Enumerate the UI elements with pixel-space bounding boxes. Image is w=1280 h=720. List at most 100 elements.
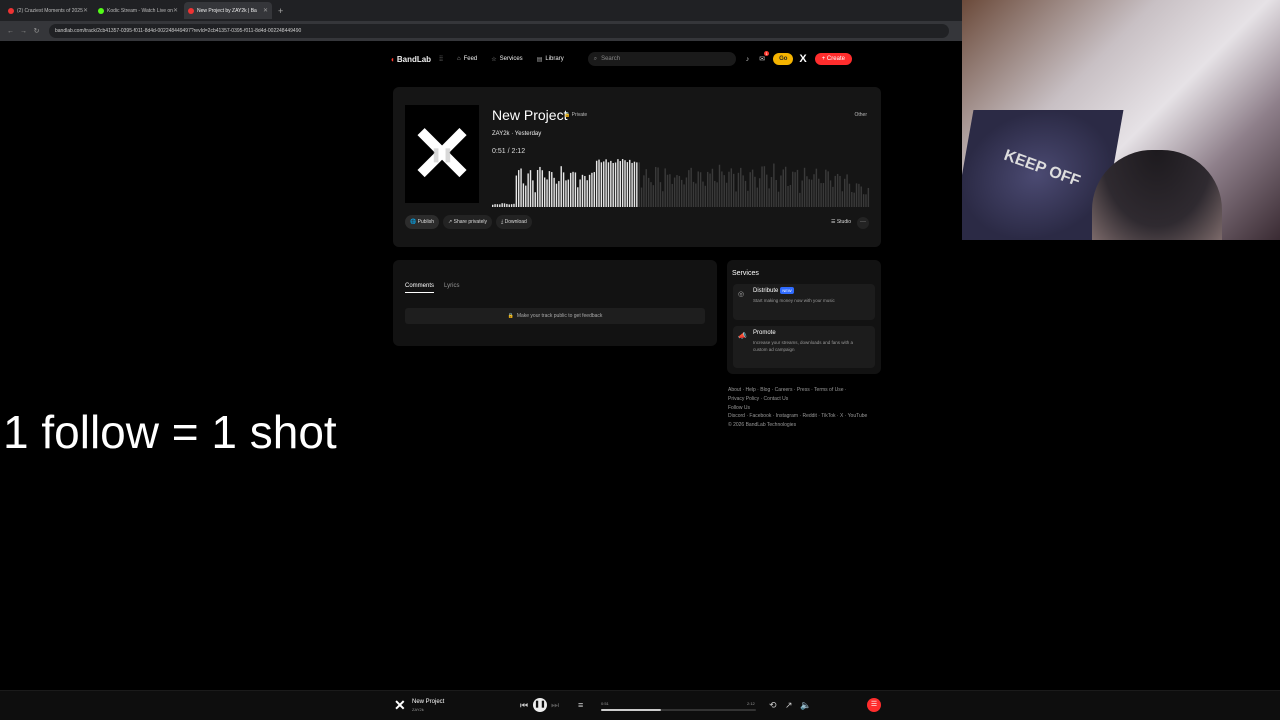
search-input[interactable]: ⌕ Search — [588, 52, 736, 66]
waveform-bar — [520, 168, 521, 207]
waveform-bar — [516, 176, 517, 207]
go-membership-button[interactable]: Go — [773, 53, 793, 65]
player-artwork[interactable]: ✕ — [394, 697, 406, 714]
feedback-notice: 🔒 Make your track public to get feedback — [405, 308, 705, 324]
url-field[interactable]: bandlab.com/track/2cb41357-0395-f011-8d4… — [49, 24, 949, 38]
volume-icon[interactable]: 🔈 — [800, 700, 811, 711]
nav-feed[interactable]: ⌂ Feed — [457, 56, 477, 62]
download-button[interactable]: ⤓ Download — [496, 215, 532, 229]
bandlab-logo[interactable]: ◖ BandLab — [390, 55, 431, 64]
track-title: New Project — [492, 107, 567, 123]
waveform-bar — [823, 183, 824, 207]
browser-tab-2[interactable]: Kodic Stream - Watch Live on ✕ — [94, 2, 182, 19]
pause-button[interactable]: ❚❚ — [533, 698, 547, 712]
publish-button[interactable]: 🌐 Publish — [405, 215, 439, 229]
repeat-icon[interactable]: ⟲ — [769, 700, 777, 711]
genre-tag[interactable]: Other — [854, 112, 867, 118]
pause-icon[interactable]: ❚❚ — [430, 146, 453, 163]
waveform-bar — [568, 180, 569, 207]
distribute-icon: ◎ — [738, 290, 744, 298]
promote-service[interactable]: 📣 Promote Increase your streams, downloa… — [733, 326, 875, 368]
nav-library[interactable]: ▤ Library — [537, 56, 564, 63]
studio-button[interactable]: ☰ Studio — [831, 219, 851, 225]
distribute-service[interactable]: ◎ Distribute NEW Start making money now w… — [733, 284, 875, 320]
back-icon[interactable]: ← — [4, 28, 17, 35]
copyright: © 2026 BandLab Technologies — [728, 421, 888, 430]
reload-icon[interactable]: ↻ — [30, 27, 43, 35]
tab-comments[interactable]: Comments — [405, 283, 434, 293]
waveform-bar — [660, 182, 661, 207]
footer-links-line-2[interactable]: Privacy Policy · Contact Us — [728, 395, 888, 404]
player-artist[interactable]: ZAY2k — [412, 707, 424, 712]
next-icon[interactable]: ⏭ — [551, 700, 559, 711]
messages-icon[interactable]: ✉ 1 — [759, 55, 765, 63]
nav-services-label: Services — [500, 56, 523, 62]
waveform-bar — [747, 191, 748, 207]
create-button[interactable]: + Create — [815, 53, 852, 65]
browser-tab-1[interactable]: (2) Craziest Moments of 2025 ✕ — [4, 2, 92, 19]
share-privately-button[interactable]: ↗ Share privately — [443, 215, 492, 229]
close-tab-icon[interactable]: ✕ — [263, 7, 268, 14]
apps-grid-icon[interactable]: ⁞⁞ — [439, 56, 443, 63]
queue-icon[interactable]: ≡ — [578, 700, 583, 710]
waveform-bar — [724, 175, 725, 207]
comments-card: Comments Lyrics 🔒 Make your track public… — [393, 260, 717, 346]
lock-icon: 🔒 — [508, 313, 514, 319]
browser-tab-3-active[interactable]: New Project by ZAY2k | Ba ✕ — [184, 2, 272, 19]
track-card: ✕ ❚❚ New Project 🔒 Private Other ZAY2k ·… — [393, 87, 881, 247]
waveform-bar — [731, 168, 732, 207]
waveform-bar — [494, 204, 495, 207]
new-tab-button[interactable]: + — [278, 6, 283, 16]
waveform-bar — [846, 174, 847, 207]
waveform-bar — [624, 160, 625, 207]
waveform[interactable] — [492, 157, 870, 207]
more-options-button[interactable]: ··· — [857, 217, 869, 229]
waveform-bar — [809, 179, 810, 207]
forward-icon[interactable]: → — [17, 28, 30, 35]
player-menu-button[interactable]: ☰ — [867, 698, 881, 712]
waveform-bar — [716, 182, 717, 207]
player-title[interactable]: New Project — [412, 699, 444, 705]
nav-services[interactable]: ☆ Services — [491, 56, 522, 63]
search-placeholder: Search — [601, 56, 620, 62]
track-artwork[interactable]: ✕ ❚❚ — [405, 105, 479, 203]
waveform-bar — [570, 173, 571, 207]
close-tab-icon[interactable]: ✕ — [83, 7, 88, 14]
waveform-bar — [553, 178, 554, 207]
waveform-bar — [532, 180, 533, 207]
footer-links-line-1[interactable]: About · Help · Blog · Careers · Press · … — [728, 386, 888, 395]
follow-us-heading: Follow Us — [728, 404, 888, 413]
previous-icon[interactable]: ⏮ — [520, 700, 528, 711]
waveform-bar — [820, 183, 821, 207]
waveform-bar — [591, 173, 592, 207]
social-links[interactable]: Discord · Facebook · Instagram · Reddit … — [728, 412, 888, 421]
waveform-bar — [558, 181, 559, 207]
avatar[interactable]: X — [799, 53, 806, 65]
waveform-bar — [827, 171, 828, 207]
waveform-bar — [813, 174, 814, 207]
waveform-bar — [688, 170, 689, 207]
bell-icon[interactable]: ♪ — [746, 56, 750, 63]
waveform-bar — [735, 191, 736, 207]
waveform-bar — [499, 204, 500, 207]
waveform-bar — [721, 171, 722, 207]
waveform-bar — [608, 162, 609, 207]
player-current-time: 0:51 — [601, 701, 609, 706]
waveform-bar — [842, 191, 843, 207]
waveform-bar — [818, 179, 819, 207]
waveform-bar — [539, 167, 540, 207]
close-tab-icon[interactable]: ✕ — [173, 7, 178, 14]
waveform-bar — [551, 172, 552, 207]
studio-label: Studio — [837, 219, 851, 225]
player-progress-bar[interactable] — [601, 709, 756, 711]
waveform-bar — [728, 172, 729, 207]
waveform-bar — [740, 168, 741, 207]
waveform-bar — [837, 174, 838, 207]
share-icon[interactable]: ↗ — [785, 700, 793, 711]
waveform-bar — [776, 180, 777, 207]
waveform-bar — [797, 170, 798, 207]
tab-lyrics[interactable]: Lyrics — [444, 283, 459, 289]
waveform-bar — [506, 204, 507, 207]
artist-line[interactable]: ZAY2k · Yesterday — [492, 131, 541, 137]
waveform-bar — [492, 205, 493, 207]
